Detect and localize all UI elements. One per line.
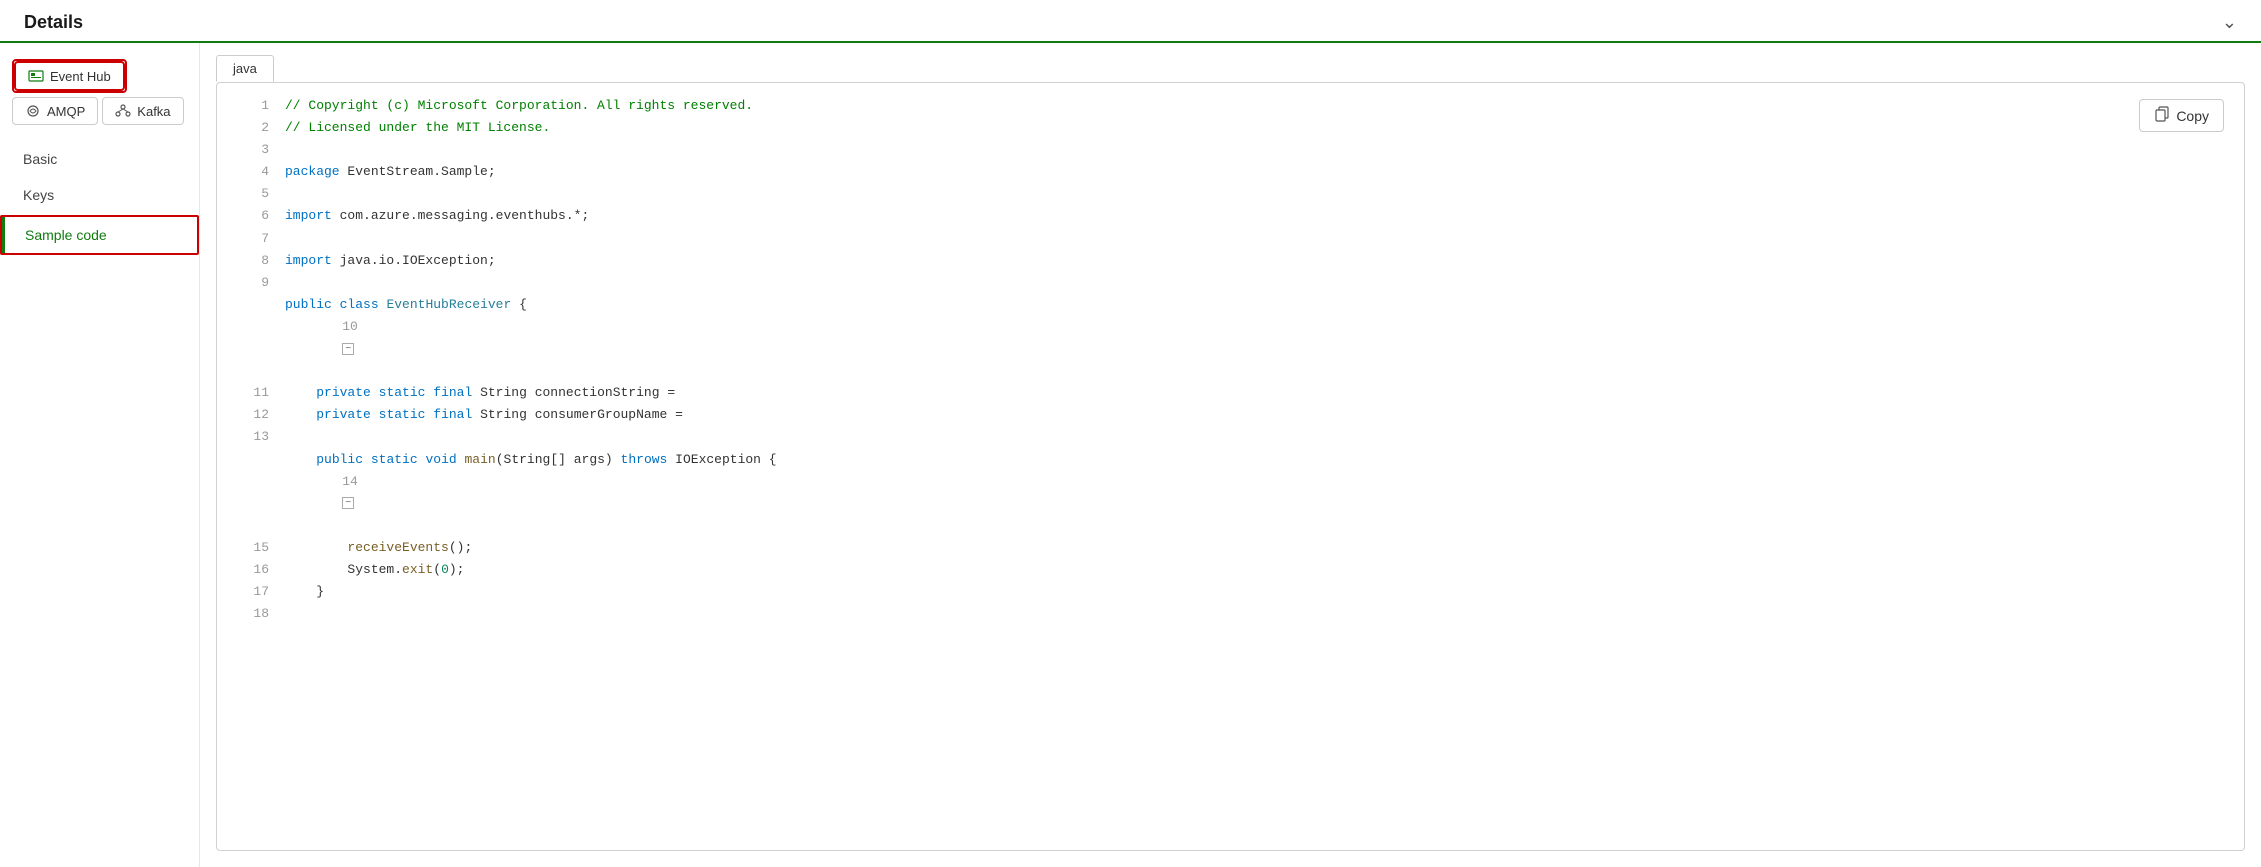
basic-label: Basic bbox=[23, 151, 57, 167]
tab-kafka[interactable]: Kafka bbox=[102, 97, 183, 125]
line-num-13: 13 bbox=[233, 426, 269, 448]
sidebar-item-sample-code[interactable]: Sample code bbox=[2, 217, 197, 253]
code-text-11: private static final String connectionSt… bbox=[285, 382, 2228, 404]
amqp-icon bbox=[25, 103, 41, 119]
line-num-8: 8 bbox=[233, 250, 269, 272]
sidebar-item-basic[interactable]: Basic bbox=[0, 141, 199, 177]
code-text-18 bbox=[285, 603, 2228, 625]
sample-code-label: Sample code bbox=[25, 227, 107, 243]
kafka-label: Kafka bbox=[137, 104, 170, 119]
line-num-11: 11 bbox=[233, 382, 269, 404]
code-line-4: 4 package EventStream.Sample; bbox=[217, 161, 2244, 183]
code-text-4: package EventStream.Sample; bbox=[285, 161, 2228, 183]
code-text-10: public class EventHubReceiver { bbox=[285, 294, 2228, 316]
header: Details ⌄ bbox=[0, 0, 2261, 43]
copy-icon bbox=[2154, 106, 2170, 125]
code-line-5: 5 bbox=[217, 183, 2244, 205]
code-text-13 bbox=[285, 426, 2228, 448]
event-hub-icon bbox=[28, 68, 44, 84]
code-text-14: public static void main(String[] args) t… bbox=[285, 449, 2228, 471]
code-text-5 bbox=[285, 183, 2228, 205]
line-num-3: 3 bbox=[233, 139, 269, 161]
code-text-12: private static final String consumerGrou… bbox=[285, 404, 2228, 426]
language-tabs: java bbox=[200, 43, 2261, 82]
line-num-6: 6 bbox=[233, 205, 269, 227]
fold-btn-10[interactable]: − bbox=[342, 343, 354, 355]
code-line-17: 17 } bbox=[217, 581, 2244, 603]
line-num-10: 10 − bbox=[233, 294, 269, 382]
line-num-2: 2 bbox=[233, 117, 269, 139]
code-line-3: 3 bbox=[217, 139, 2244, 161]
code-text-9 bbox=[285, 272, 2228, 294]
fold-btn-14[interactable]: − bbox=[342, 497, 354, 509]
copy-button[interactable]: Copy bbox=[2139, 99, 2224, 132]
line-num-15: 15 bbox=[233, 537, 269, 559]
code-line-6: 6 import com.azure.messaging.eventhubs.*… bbox=[217, 205, 2244, 227]
code-line-15: 15 receiveEvents(); bbox=[217, 537, 2244, 559]
tab-event-hub[interactable]: Event Hub bbox=[14, 61, 125, 91]
tab-java[interactable]: java bbox=[216, 55, 274, 82]
copy-label: Copy bbox=[2176, 108, 2209, 124]
code-line-2: 2 // Licensed under the MIT License. bbox=[217, 117, 2244, 139]
code-text-15: receiveEvents(); bbox=[285, 537, 2228, 559]
code-line-12: 12 private static final String consumerG… bbox=[217, 404, 2244, 426]
code-line-9: 9 bbox=[217, 272, 2244, 294]
amqp-label: AMQP bbox=[47, 104, 85, 119]
code-text-6: import com.azure.messaging.eventhubs.*; bbox=[285, 205, 2228, 227]
event-hub-label: Event Hub bbox=[50, 69, 111, 84]
code-line-14: 14 − public static void main(String[] ar… bbox=[217, 449, 2244, 537]
line-num-1: 1 bbox=[233, 95, 269, 117]
code-text-16: System.exit(0); bbox=[285, 559, 2228, 581]
sidebar-nav: Basic Keys Sample code bbox=[0, 141, 199, 257]
line-num-4: 4 bbox=[233, 161, 269, 183]
sidebar-item-keys[interactable]: Keys bbox=[0, 177, 199, 213]
kafka-icon bbox=[115, 103, 131, 119]
sample-code-highlight: Sample code bbox=[0, 215, 199, 255]
code-line-8: 8 import java.io.IOException; bbox=[217, 250, 2244, 272]
code-line-13: 13 bbox=[217, 426, 2244, 448]
keys-label: Keys bbox=[23, 187, 54, 203]
line-num-5: 5 bbox=[233, 183, 269, 205]
line-num-7: 7 bbox=[233, 228, 269, 250]
header-title: Details bbox=[24, 12, 83, 33]
code-line-11: 11 private static final String connectio… bbox=[217, 382, 2244, 404]
chevron-down-icon[interactable]: ⌄ bbox=[2222, 12, 2237, 33]
sidebar: Event Hub AMQP bbox=[0, 43, 200, 867]
code-line-16: 16 System.exit(0); bbox=[217, 559, 2244, 581]
protocol-tabs-group: Event Hub AMQP bbox=[0, 59, 199, 137]
main-content: Event Hub AMQP bbox=[0, 43, 2261, 867]
line-num-17: 17 bbox=[233, 581, 269, 603]
event-hub-tab-highlight: Event Hub bbox=[12, 59, 127, 93]
code-line-18: 18 bbox=[217, 603, 2244, 625]
line-num-18: 18 bbox=[233, 603, 269, 625]
line-num-9: 9 bbox=[233, 272, 269, 294]
code-line-1: 1 // Copyright (c) Microsoft Corporation… bbox=[217, 95, 2244, 117]
code-text-17: } bbox=[285, 581, 2228, 603]
code-block: 1 // Copyright (c) Microsoft Corporation… bbox=[217, 83, 2244, 637]
code-text-8: import java.io.IOException; bbox=[285, 250, 2228, 272]
code-text-3 bbox=[285, 139, 2228, 161]
code-text-1: // Copyright (c) Microsoft Corporation. … bbox=[285, 95, 2228, 117]
line-num-16: 16 bbox=[233, 559, 269, 581]
code-line-7: 7 bbox=[217, 228, 2244, 250]
code-container[interactable]: Copy 1 // Copyright (c) Microsoft Corpor… bbox=[216, 82, 2245, 851]
line-num-12: 12 bbox=[233, 404, 269, 426]
main-container: Details ⌄ Event H bbox=[0, 0, 2261, 867]
content-area: java Copy bbox=[200, 43, 2261, 867]
tab-amqp[interactable]: AMQP bbox=[12, 97, 98, 125]
code-text-7 bbox=[285, 228, 2228, 250]
line-num-14: 14 − bbox=[233, 449, 269, 537]
code-text-2: // Licensed under the MIT License. bbox=[285, 117, 2228, 139]
code-line-10: 10 − public class EventHubReceiver { bbox=[217, 294, 2244, 382]
